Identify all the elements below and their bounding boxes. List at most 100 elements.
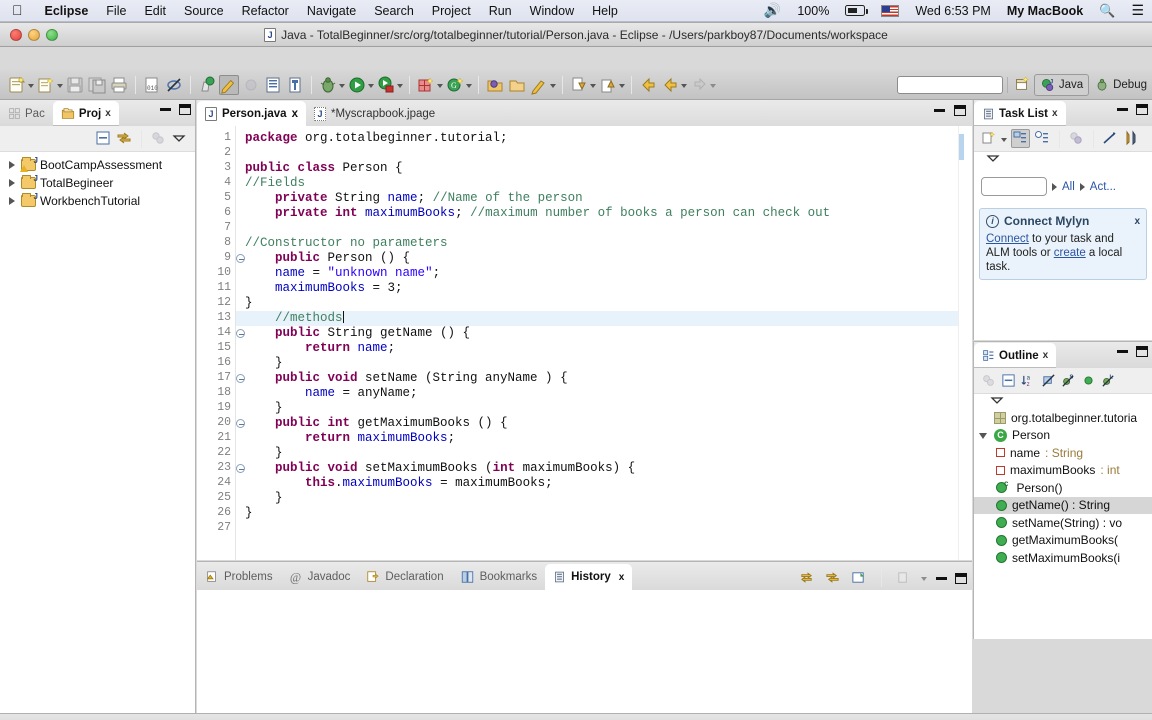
code-line[interactable]: name = "unknown name";	[235, 266, 972, 281]
new-java-class-dropdown-arrow[interactable]	[437, 75, 444, 95]
bottom-tab-declaration[interactable]: Declaration	[358, 564, 451, 590]
toggle-breakpoint-button[interactable]: 010	[142, 75, 162, 95]
code-line[interactable]: }	[235, 401, 972, 416]
show-whitespace-button[interactable]	[285, 75, 305, 95]
sort-icon[interactable]: az	[1021, 373, 1037, 389]
volume-icon[interactable]: 🔊	[756, 2, 789, 19]
project-tree-item[interactable]: TotalBegineer	[2, 174, 195, 192]
collapse-all-icon[interactable]	[95, 130, 112, 147]
tab-person-java[interactable]: J Person.java x	[197, 101, 306, 126]
search-button[interactable]	[529, 75, 549, 95]
compare-icon[interactable]	[851, 570, 867, 586]
code-line[interactable]	[235, 146, 972, 161]
chevron-down-icon[interactable]	[979, 431, 989, 440]
menu-run[interactable]: Run	[480, 4, 521, 18]
close-icon[interactable]: x	[292, 108, 298, 120]
menu-help[interactable]: Help	[583, 4, 627, 18]
code-line[interactable]: return name;	[235, 341, 972, 356]
view-menu-icon[interactable]	[989, 394, 1005, 408]
outline-item[interactable]: c Person()	[974, 479, 1152, 497]
menu-window[interactable]: Window	[521, 4, 583, 18]
new-annotation-button[interactable]: G	[445, 75, 465, 95]
categorized-presentation-icon[interactable]	[1011, 129, 1030, 148]
forward-button[interactable]	[689, 75, 709, 95]
outline-tree[interactable]: org.totalbeginner.tutoria C Person name : S…	[974, 409, 1152, 567]
outline-item[interactable]: getName() : String	[974, 496, 1152, 514]
new-wizard-dropdown-arrow[interactable]	[28, 75, 35, 95]
outline-item[interactable]: name : String	[974, 444, 1152, 462]
new-task-icon[interactable]	[981, 130, 998, 147]
code-line[interactable]: //methods	[235, 311, 972, 326]
mylyn-create-link[interactable]: create	[1054, 247, 1086, 259]
bottom-tab-bookmarks[interactable]: Bookmarks	[452, 564, 546, 590]
filter-activate-arrow-icon[interactable]	[1079, 182, 1085, 191]
close-window-button[interactable]	[10, 29, 22, 41]
close-icon[interactable]: x	[1134, 216, 1140, 227]
back-history-button[interactable]	[638, 75, 658, 95]
chevron-right-icon[interactable]	[8, 160, 17, 170]
link-with-editor-icon[interactable]	[116, 130, 133, 147]
maximize-icon[interactable]	[954, 105, 966, 116]
clock-label[interactable]: Wed 6:53 PM	[907, 4, 999, 18]
menu-navigate[interactable]: Navigate	[298, 4, 365, 18]
bottom-menu-dropdown-arrow[interactable]	[921, 568, 928, 588]
outline-item[interactable]: setMaximumBooks(i	[974, 549, 1152, 567]
hide-local-types-icon[interactable]: L	[1101, 373, 1117, 389]
code-line[interactable]	[235, 221, 972, 236]
new-wizard-button[interactable]	[7, 75, 27, 95]
editor-overview-ruler[interactable]	[958, 126, 972, 560]
menu-app-name[interactable]: Eclipse	[36, 4, 98, 18]
code-area[interactable]: 1 2 3 4 5 6 7 8 9 10 11 12 13 14 15 16 17 18 19 20 21 22 23 24 2…	[197, 126, 972, 560]
chevron-right-icon[interactable]	[8, 196, 17, 206]
code-line[interactable]: name = anyName;	[235, 386, 972, 401]
us-flag-icon[interactable]	[873, 4, 907, 17]
outline-item[interactable]: maximumBooks : int	[974, 462, 1152, 480]
project-tree[interactable]: BootCampAssessment TotalBegineer Workbench…	[0, 152, 195, 210]
menu-source[interactable]: Source	[175, 4, 233, 18]
code-line[interactable]: }	[235, 296, 972, 311]
filter-activate-link[interactable]: Act...	[1090, 181, 1116, 193]
code-line[interactable]: //Constructor no parameters	[235, 236, 972, 251]
close-icon[interactable]: x	[105, 108, 111, 119]
code-line[interactable]: }	[235, 491, 972, 506]
new-annotation-dropdown-arrow[interactable]	[466, 75, 473, 95]
bottom-tab-history[interactable]: History x	[545, 564, 633, 590]
code-line[interactable]: private String name; //Name of the perso…	[235, 191, 972, 206]
maximize-icon[interactable]	[179, 104, 191, 115]
view-menu-icon[interactable]	[985, 152, 1001, 166]
skip-all-breakpoints-button[interactable]	[164, 75, 184, 95]
minimize-icon[interactable]	[1117, 108, 1128, 111]
maximize-icon[interactable]	[955, 572, 967, 584]
code-line[interactable]: private int maximumBooks; //maximum numb…	[235, 206, 972, 221]
debug-dropdown-arrow[interactable]	[339, 75, 346, 95]
code-line[interactable]: package org.totalbeginner.tutorial;	[235, 131, 972, 146]
new-java-project-button[interactable]	[36, 75, 56, 95]
new-task-dropdown-arrow[interactable]	[1001, 129, 1008, 149]
project-tree-item[interactable]: WorkbenchTutorial	[2, 192, 195, 210]
open-task-button[interactable]	[197, 75, 217, 95]
spotlight-search-icon[interactable]: 🔍	[1091, 3, 1123, 19]
filter-icon[interactable]	[1123, 130, 1140, 147]
open-task-repository-button[interactable]	[507, 75, 527, 95]
open-type-button[interactable]	[485, 75, 505, 95]
outline-item[interactable]: getMaximumBooks(	[974, 532, 1152, 550]
maximize-icon[interactable]	[1136, 104, 1148, 115]
hide-non-public-icon[interactable]	[1081, 373, 1097, 389]
quick-access-input[interactable]	[896, 75, 1003, 94]
tab-myscrapbook-jpage[interactable]: J *Myscrapbook.jpage	[306, 101, 443, 126]
refresh-icon[interactable]	[799, 570, 815, 586]
battery-charging-icon[interactable]	[837, 5, 873, 16]
scheduled-presentation-icon[interactable]	[1034, 130, 1051, 147]
code-line[interactable]: }	[235, 446, 972, 461]
filter-all-arrow-icon[interactable]	[1052, 182, 1057, 191]
maximize-icon[interactable]	[1136, 346, 1148, 357]
menu-project[interactable]: Project	[423, 4, 480, 18]
forward-history-button[interactable]	[660, 75, 680, 95]
menu-refactor[interactable]: Refactor	[233, 4, 298, 18]
code-line[interactable]: public class Person {	[235, 161, 972, 176]
run-button[interactable]	[347, 75, 367, 95]
menu-edit[interactable]: Edit	[135, 4, 175, 18]
apple-menu-icon[interactable]: 	[0, 3, 36, 17]
outline-item[interactable]: setName(String) : vo	[974, 514, 1152, 532]
save-all-button[interactable]	[87, 75, 107, 95]
